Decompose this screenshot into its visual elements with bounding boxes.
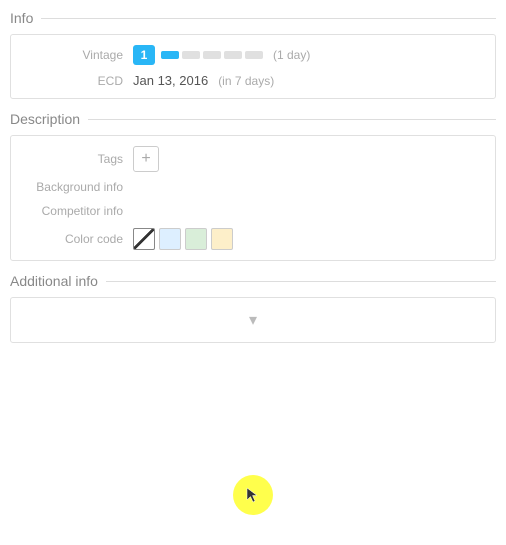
competitor-info-label: Competitor info bbox=[23, 204, 133, 218]
background-info-label: Background info bbox=[23, 180, 133, 194]
info-section-body: Vintage 1 (1 day) ECD Jan 13, 2016 (in 7… bbox=[10, 34, 496, 99]
info-section-title: Info bbox=[10, 10, 496, 26]
ecd-date: Jan 13, 2016 bbox=[133, 73, 208, 88]
slider-segment-4[interactable] bbox=[224, 51, 242, 59]
background-info-row: Background info bbox=[23, 180, 483, 194]
slider-segment-1[interactable] bbox=[161, 51, 179, 59]
plus-icon: + bbox=[141, 150, 150, 168]
color-swatch-slash[interactable] bbox=[133, 228, 155, 250]
tags-value: + bbox=[133, 146, 159, 172]
vintage-badge: 1 bbox=[133, 45, 155, 65]
vintage-row: Vintage 1 (1 day) bbox=[23, 45, 483, 65]
vintage-label: Vintage bbox=[23, 48, 133, 62]
color-swatch-green[interactable] bbox=[185, 228, 207, 250]
additional-info-title: Additional info bbox=[10, 273, 496, 289]
vintage-slider[interactable] bbox=[161, 51, 263, 59]
ecd-row: ECD Jan 13, 2016 (in 7 days) bbox=[23, 73, 483, 88]
slider-segment-2[interactable] bbox=[182, 51, 200, 59]
tags-label: Tags bbox=[23, 152, 133, 166]
color-swatch-blue[interactable] bbox=[159, 228, 181, 250]
description-section: Description Tags + Background info Compe… bbox=[10, 111, 496, 261]
additional-info-title-text: Additional info bbox=[10, 273, 98, 289]
chevron-down-icon: ▾ bbox=[249, 310, 257, 330]
ecd-label: ECD bbox=[23, 74, 133, 88]
ecd-days: (in 7 days) bbox=[218, 74, 274, 88]
additional-info-dropdown[interactable]: ▾ bbox=[10, 297, 496, 343]
description-section-title: Description bbox=[10, 111, 496, 127]
cursor-arrow-icon bbox=[245, 486, 261, 504]
color-swatches bbox=[133, 228, 233, 250]
additional-info-section: Additional info ▾ bbox=[10, 273, 496, 343]
color-code-label: Color code bbox=[23, 232, 133, 246]
tags-row: Tags + bbox=[23, 146, 483, 172]
info-section: Info Vintage 1 (1 day) ECD Jan 13, 2016 bbox=[10, 10, 496, 99]
ecd-value: Jan 13, 2016 (in 7 days) bbox=[133, 73, 274, 88]
slider-segment-5[interactable] bbox=[245, 51, 263, 59]
add-tag-button[interactable]: + bbox=[133, 146, 159, 172]
color-code-row: Color code bbox=[23, 228, 483, 250]
vintage-value: 1 (1 day) bbox=[133, 45, 310, 65]
description-title-text: Description bbox=[10, 111, 80, 127]
info-title-text: Info bbox=[10, 10, 33, 26]
vintage-duration: (1 day) bbox=[273, 48, 310, 62]
slider-segment-3[interactable] bbox=[203, 51, 221, 59]
color-swatch-yellow[interactable] bbox=[211, 228, 233, 250]
description-section-body: Tags + Background info Competitor info C… bbox=[10, 135, 496, 261]
competitor-info-row: Competitor info bbox=[23, 204, 483, 218]
cursor-indicator bbox=[233, 475, 273, 515]
